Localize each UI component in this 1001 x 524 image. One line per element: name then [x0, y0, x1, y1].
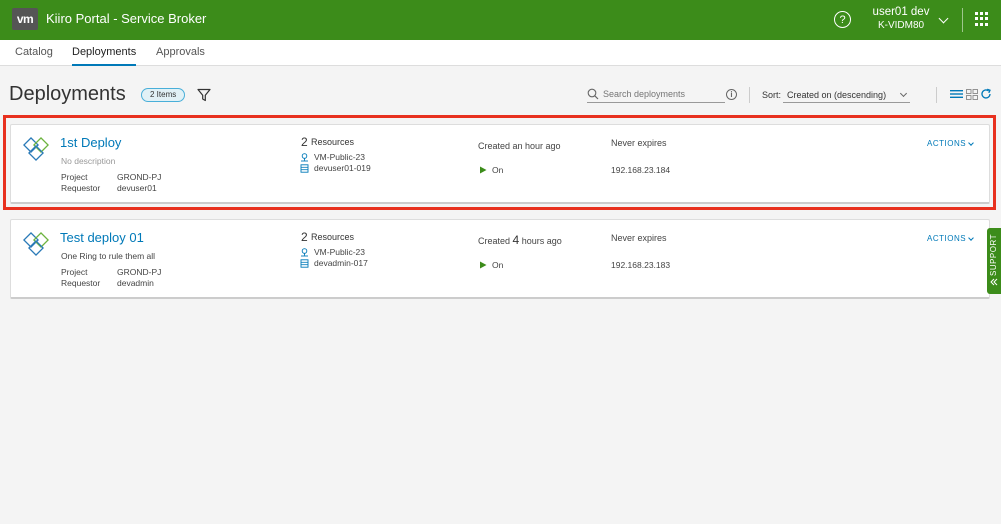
requestor-value: devadmin — [117, 278, 154, 288]
network-icon — [301, 248, 308, 257]
expiration: Never expires — [611, 138, 667, 148]
actions-button[interactable]: ACTIONS — [927, 234, 974, 243]
actions-button[interactable]: ACTIONS — [927, 139, 974, 148]
resources-label: Resources — [311, 137, 355, 147]
grid-view-icon[interactable] — [966, 89, 978, 100]
ip-address: 192.168.23.184 — [611, 165, 671, 175]
power-status: On — [492, 165, 504, 175]
list-view-icon[interactable] — [950, 89, 963, 100]
toolbar-divider — [936, 87, 937, 103]
header-divider — [962, 8, 963, 32]
search-input[interactable] — [603, 87, 723, 101]
info-icon[interactable]: i — [726, 89, 737, 100]
vmware-logo[interactable]: vm — [12, 8, 38, 30]
deployment-icon — [23, 232, 49, 256]
deployment-description: One Ring to rule them all — [61, 251, 156, 261]
toolbar-divider — [749, 87, 750, 103]
resource-item[interactable]: VM-Public-23 — [314, 247, 365, 257]
network-icon — [301, 153, 308, 162]
vm-icon — [300, 259, 309, 268]
filter-icon[interactable] — [197, 88, 211, 102]
main-nav: Catalog Deployments Approvals — [0, 40, 1001, 66]
project-label: Project — [61, 172, 88, 182]
grid-apps-icon[interactable] — [975, 12, 989, 26]
resource-item[interactable]: devuser01-019 — [314, 163, 371, 173]
support-tab[interactable]: SUPPORT — [987, 228, 1001, 294]
tab-approvals[interactable]: Approvals — [156, 46, 205, 66]
ip-address: 192.168.23.183 — [611, 260, 671, 270]
deployment-card[interactable]: Test deploy 01 One Ring to rule them all… — [10, 219, 990, 299]
chevron-down-icon[interactable] — [938, 13, 949, 24]
project-value: GROND-PJ — [117, 172, 162, 182]
sort-value: Created on (descending) — [787, 90, 887, 100]
power-status: On — [492, 260, 504, 270]
project-label: Project — [61, 267, 88, 277]
double-chevron-left-icon — [990, 278, 998, 286]
user-menu[interactable]: user01 dev K-VIDM80 — [868, 5, 934, 33]
page-title: Deployments — [9, 83, 126, 105]
app-title: Kiiro Portal - Service Broker — [46, 11, 207, 26]
created-time: Created 4 hours ago — [478, 233, 562, 247]
expiration: Never expires — [611, 233, 667, 243]
vm-icon — [300, 164, 309, 173]
created-time: Created an hour ago — [478, 141, 561, 151]
resource-count: 2 — [301, 230, 308, 244]
chevron-down-icon — [899, 89, 908, 98]
user-tenant: K-VIDM80 — [877, 20, 925, 31]
search-icon — [587, 88, 599, 100]
project-value: GROND-PJ — [117, 267, 162, 277]
resource-item[interactable]: VM-Public-23 — [314, 152, 365, 162]
search-box — [587, 87, 725, 103]
deployment-icon — [23, 137, 49, 161]
power-on-icon — [480, 261, 487, 269]
deployment-description: No description — [61, 156, 116, 166]
refresh-icon[interactable] — [980, 88, 992, 100]
power-on-icon — [480, 166, 487, 174]
resource-item[interactable]: devadmin-017 — [314, 258, 368, 268]
deployment-name[interactable]: 1st Deploy — [60, 135, 121, 150]
sort-label: Sort: — [762, 90, 782, 100]
sort-select[interactable]: Created on (descending) — [783, 87, 910, 103]
help-icon[interactable]: ? — [834, 11, 851, 28]
app-header: vm Kiiro Portal - Service Broker ? user0… — [0, 0, 1001, 40]
requestor-label: Requestor — [61, 278, 101, 288]
chevron-down-icon — [968, 235, 974, 241]
requestor-value: devuser01 — [117, 183, 157, 193]
support-label: SUPPORT — [989, 233, 998, 277]
tab-deployments[interactable]: Deployments — [72, 46, 137, 66]
resources-label: Resources — [311, 232, 355, 242]
resource-count: 2 — [301, 135, 308, 149]
requestor-label: Requestor — [61, 183, 101, 193]
user-name: user01 dev — [872, 6, 930, 18]
count-badge: 2 Items — [141, 88, 186, 102]
deployment-card[interactable]: 1st Deploy No description Project GROND-… — [10, 124, 990, 204]
chevron-down-icon — [968, 140, 974, 146]
tab-catalog[interactable]: Catalog — [15, 46, 53, 66]
deployment-name[interactable]: Test deploy 01 — [60, 230, 144, 245]
